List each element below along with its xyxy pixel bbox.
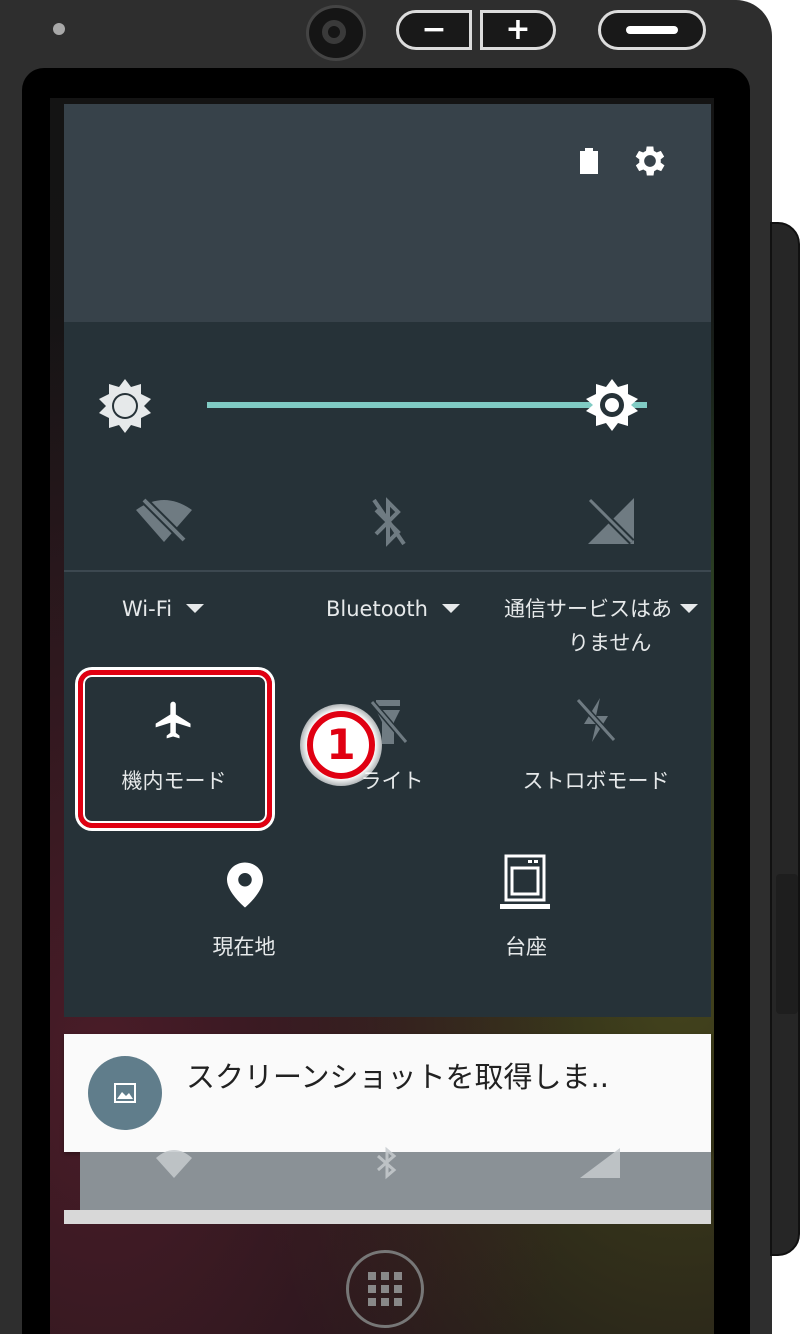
- power-button[interactable]: [598, 10, 706, 50]
- signal-peek-icon: [580, 1148, 620, 1178]
- side-key[interactable]: [770, 222, 800, 1256]
- side-key-nub: [776, 874, 798, 1014]
- tile-location-label[interactable]: 現在地: [194, 930, 294, 964]
- tile-wifi-label[interactable]: Wi-Fi: [122, 592, 205, 626]
- brightness-auto-icon[interactable]: [584, 377, 640, 433]
- power-bar: [626, 26, 678, 34]
- volume-up-button[interactable]: +: [480, 10, 556, 50]
- screenshot-notification[interactable]: スクリーンショットを取得しま..: [64, 1034, 711, 1152]
- tiles-divider: [64, 570, 711, 572]
- app-drawer-button[interactable]: [346, 1250, 424, 1328]
- no-sim-signal-icon[interactable]: [586, 496, 636, 546]
- notification-icon: [88, 1056, 162, 1130]
- bluetooth-off-icon[interactable]: [368, 496, 408, 548]
- notification-bottom-edge: [64, 1210, 711, 1224]
- tile-dock-label[interactable]: 台座: [476, 930, 576, 964]
- mobile-data-dropdown-icon[interactable]: [680, 603, 698, 613]
- battery-icon: [580, 148, 598, 174]
- dock-icon[interactable]: [500, 854, 550, 912]
- strobe-off-icon[interactable]: [574, 696, 618, 744]
- gear-icon[interactable]: [630, 141, 670, 181]
- quick-settings-header: [64, 104, 711, 322]
- step-number-badge: 1: [300, 704, 382, 786]
- notification-title: スクリーンショットを取得しま..: [186, 1060, 609, 1094]
- location-icon[interactable]: [227, 862, 263, 908]
- front-camera: [306, 5, 366, 61]
- wifi-off-icon[interactable]: [134, 496, 194, 546]
- tile-strobe-mode-label[interactable]: ストロボモード: [516, 764, 676, 798]
- tile-airplane-mode-label[interactable]: 機内モード: [108, 764, 240, 798]
- wifi-dropdown-icon[interactable]: [186, 603, 205, 613]
- wifi-peek-icon: [156, 1150, 192, 1178]
- brightness-slider[interactable]: [207, 402, 647, 408]
- tile-bluetooth-label[interactable]: Bluetooth: [326, 592, 460, 626]
- notification-led: [53, 23, 65, 35]
- step-number: 1: [307, 711, 375, 779]
- tile-mobile-data-label[interactable]: 通信サービスはあ りません: [504, 592, 698, 660]
- bluetooth-dropdown-icon[interactable]: [441, 603, 460, 613]
- image-icon: [114, 1083, 136, 1103]
- bluetooth-peek-icon: [377, 1146, 397, 1180]
- volume-down-button[interactable]: −: [396, 10, 472, 50]
- brightness-low-icon: [99, 379, 151, 433]
- quick-settings-panel: Wi-Fi Bluetooth 通信サービスはあ りません 機内モード ライト …: [64, 104, 711, 1017]
- airplane-icon[interactable]: [152, 698, 196, 742]
